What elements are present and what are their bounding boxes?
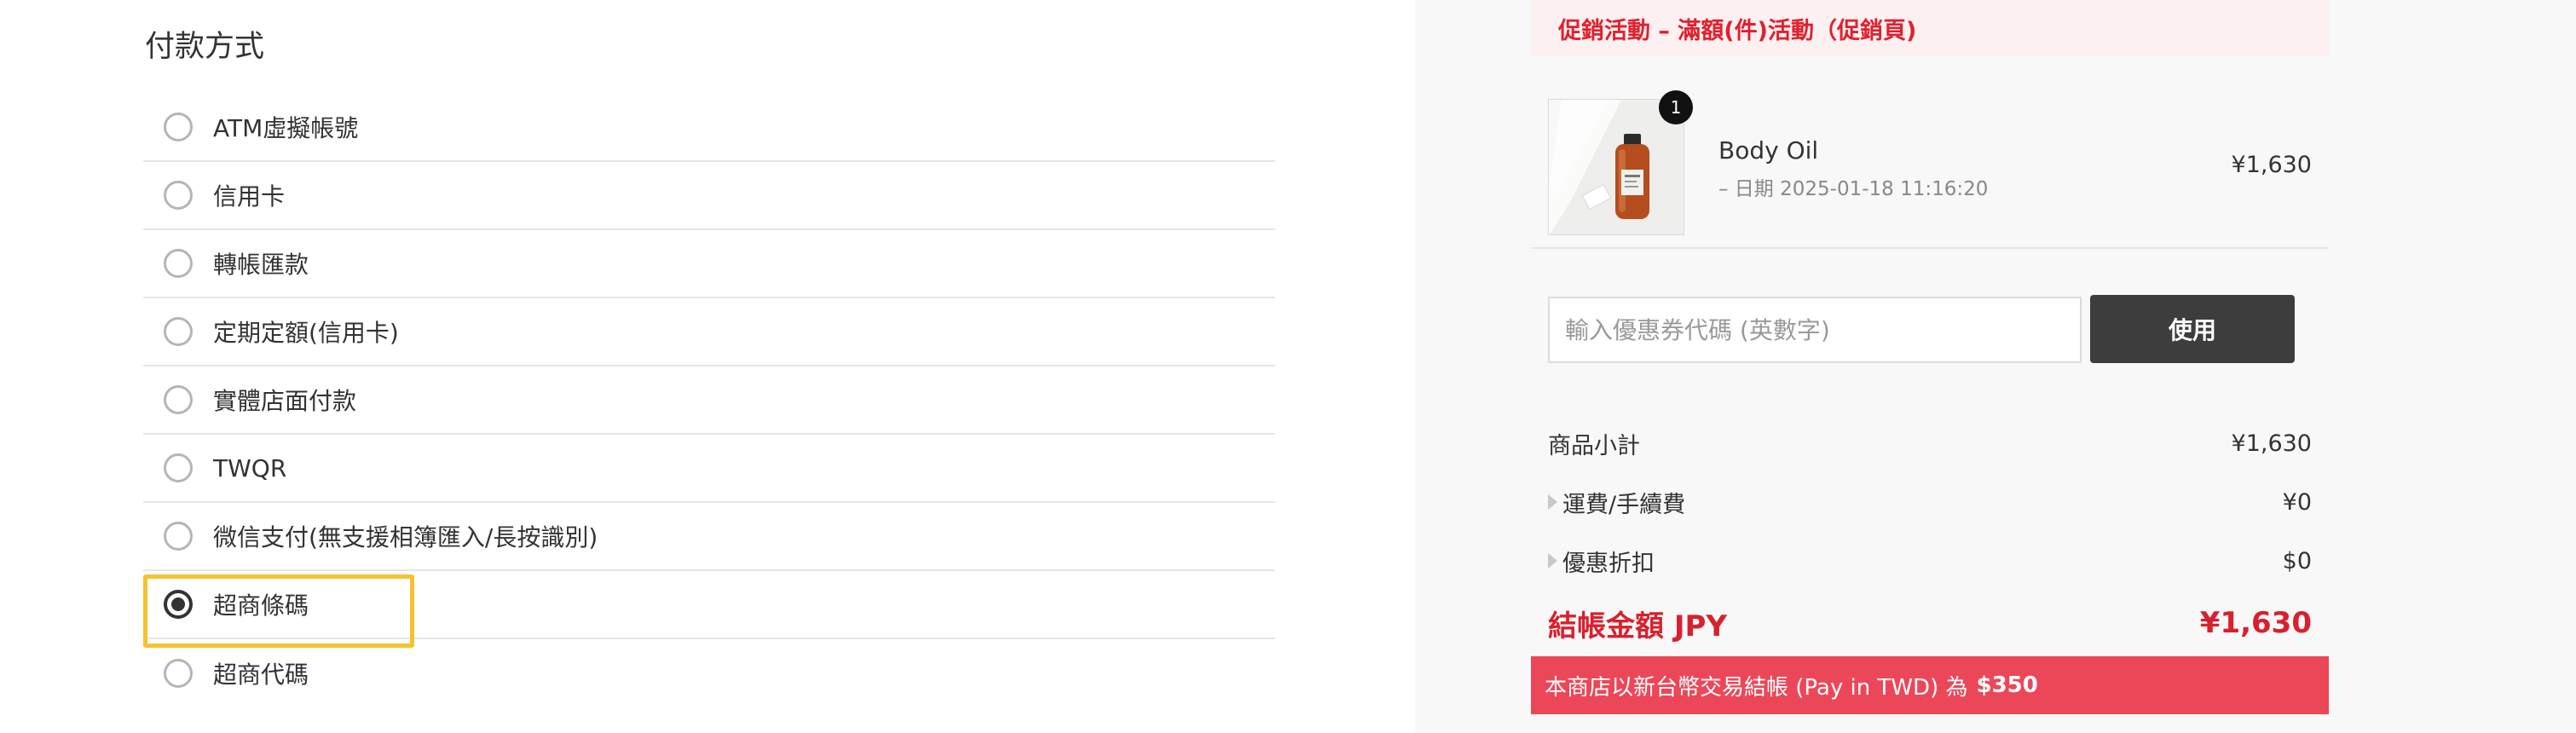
shipping-row[interactable]: 運費/手續費 ¥0: [1548, 485, 2312, 519]
payment-option-convenience-barcode[interactable]: 超商條碼: [143, 571, 1275, 639]
coupon-input[interactable]: [1548, 297, 2082, 363]
radio-button[interactable]: [164, 317, 193, 346]
radio-button-selected[interactable]: [164, 590, 193, 619]
payment-option-convenience-code[interactable]: 超商代碼: [143, 639, 1275, 707]
payment-option-label: 轉帳匯款: [213, 251, 309, 279]
payment-option-label: 定期定額(信用卡): [213, 319, 399, 347]
payment-option-label: TWQR: [213, 453, 287, 482]
shipping-label-group: 運費/手續費: [1548, 486, 1685, 519]
twd-notice-banner: 本商店以新台幣交易結帳 (Pay in TWD) 為 $350: [1531, 656, 2329, 714]
apply-coupon-button[interactable]: 使用: [2090, 295, 2295, 363]
discount-row[interactable]: 優惠折扣 $0: [1548, 544, 2312, 578]
radio-button[interactable]: [164, 249, 193, 278]
promo-banner: 促銷活動 – 滿額(件)活動（促銷頁): [1531, 0, 2329, 56]
radio-button[interactable]: [164, 385, 193, 414]
total-label: 結帳金額 JPY: [1548, 609, 1728, 644]
payment-option-bank-transfer[interactable]: 轉帳匯款: [143, 230, 1275, 298]
payment-option-label: 微信支付(無支援相簿匯入/長按識別): [213, 523, 598, 551]
payment-section-title: 付款方式: [145, 30, 265, 64]
product-name: Body Oil: [1718, 136, 1819, 164]
radio-button[interactable]: [164, 453, 193, 482]
payment-option-label: 超商條碼: [213, 592, 309, 620]
total-row: 結帳金額 JPY ¥1,630: [1548, 603, 2312, 644]
payment-panel: 付款方式 ATM虛擬帳號 信用卡 轉帳匯款 定期定額(信用卡) 實體店面付款 T…: [0, 0, 1415, 733]
caret-right-icon[interactable]: [1548, 553, 1557, 569]
product-price: ¥1,630: [2231, 152, 2312, 178]
payment-option-label: 超商代碼: [213, 661, 309, 689]
cart-item: 1 Body Oil – 日期 2025-01-18 11:16:20 ¥1,6…: [1531, 77, 2329, 249]
payment-option-recurring-card[interactable]: 定期定額(信用卡): [143, 298, 1275, 366]
payment-option-label: ATM虛擬帳號: [213, 114, 359, 142]
twd-amount: $350: [1976, 672, 2038, 698]
payment-option-credit-card[interactable]: 信用卡: [143, 162, 1275, 230]
shipping-value: ¥0: [2282, 488, 2312, 516]
discount-label-group: 優惠折扣: [1548, 545, 1655, 578]
subtotal-row: 商品小計 ¥1,630: [1548, 426, 2312, 460]
twd-notice-text: 本商店以新台幣交易結帳 (Pay in TWD) 為: [1545, 674, 1968, 701]
payment-option-label: 實體店面付款: [213, 387, 357, 415]
radio-button[interactable]: [164, 659, 193, 688]
payment-method-list: ATM虛擬帳號 信用卡 轉帳匯款 定期定額(信用卡) 實體店面付款 TWQR 微…: [143, 94, 1275, 707]
shipping-label: 運費/手續費: [1562, 491, 1686, 518]
radio-button[interactable]: [164, 522, 193, 551]
product-meta: – 日期 2025-01-18 11:16:20: [1718, 178, 1989, 200]
payment-option-twqr[interactable]: TWQR: [143, 435, 1275, 503]
payment-option-label: 信用卡: [213, 182, 286, 211]
radio-button[interactable]: [164, 113, 193, 141]
subtotal-value: ¥1,630: [2231, 430, 2312, 457]
discount-label: 優惠折扣: [1562, 550, 1655, 577]
radio-button[interactable]: [164, 181, 193, 210]
discount-value: $0: [2282, 547, 2312, 574]
quantity-badge: 1: [1659, 90, 1693, 124]
payment-option-atm[interactable]: ATM虛擬帳號: [143, 94, 1275, 162]
subtotal-label: 商品小計: [1548, 432, 1640, 459]
caret-right-icon[interactable]: [1548, 494, 1557, 510]
payment-option-wechat-pay[interactable]: 微信支付(無支援相簿匯入/長按識別): [143, 503, 1275, 571]
payment-option-in-store[interactable]: 實體店面付款: [143, 366, 1275, 435]
total-value: ¥1,630: [2199, 606, 2312, 640]
